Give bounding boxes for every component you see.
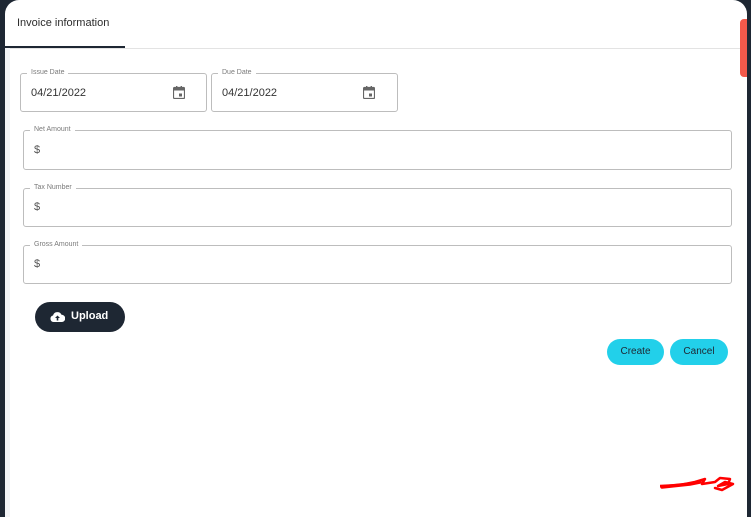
scrollbar-thumb[interactable] (740, 19, 747, 77)
net-amount-prefix: $ (34, 144, 41, 156)
tab-invoice-information[interactable]: Invoice information (5, 0, 125, 48)
tab-bar: Invoice information (5, 0, 747, 49)
left-divider (5, 48, 10, 517)
invoice-panel: Invoice information Issue Date 04/21/202… (5, 0, 747, 517)
cancel-button[interactable]: Cancel (670, 339, 728, 365)
calendar-icon[interactable] (363, 86, 375, 99)
due-date-field[interactable]: Due Date 04/21/2022 (211, 68, 398, 112)
signature-mark (660, 476, 735, 492)
cloud-upload-icon (50, 312, 65, 322)
tab-label: Invoice information (17, 17, 110, 29)
issue-date-value: 04/21/2022 (31, 87, 87, 99)
gross-amount-field[interactable]: Gross Amount $ (23, 240, 732, 284)
gross-amount-label: Gross Amount (30, 240, 83, 250)
issue-date-label: Issue Date (27, 68, 69, 78)
gross-amount-prefix: $ (34, 258, 41, 270)
calendar-icon[interactable] (173, 86, 185, 99)
net-amount-field[interactable]: Net Amount $ (23, 125, 732, 170)
due-date-value: 04/21/2022 (222, 87, 278, 99)
tax-number-prefix: $ (34, 201, 41, 213)
due-date-label: Due Date (218, 68, 256, 78)
issue-date-field[interactable]: Issue Date 04/21/2022 (20, 68, 207, 112)
tax-number-field[interactable]: Tax Number $ (23, 183, 732, 227)
net-amount-label: Net Amount (30, 125, 75, 135)
create-button[interactable]: Create (607, 339, 664, 365)
upload-button[interactable]: Upload (35, 302, 125, 332)
tax-number-label: Tax Number (30, 183, 76, 193)
upload-label: Upload (71, 310, 109, 322)
